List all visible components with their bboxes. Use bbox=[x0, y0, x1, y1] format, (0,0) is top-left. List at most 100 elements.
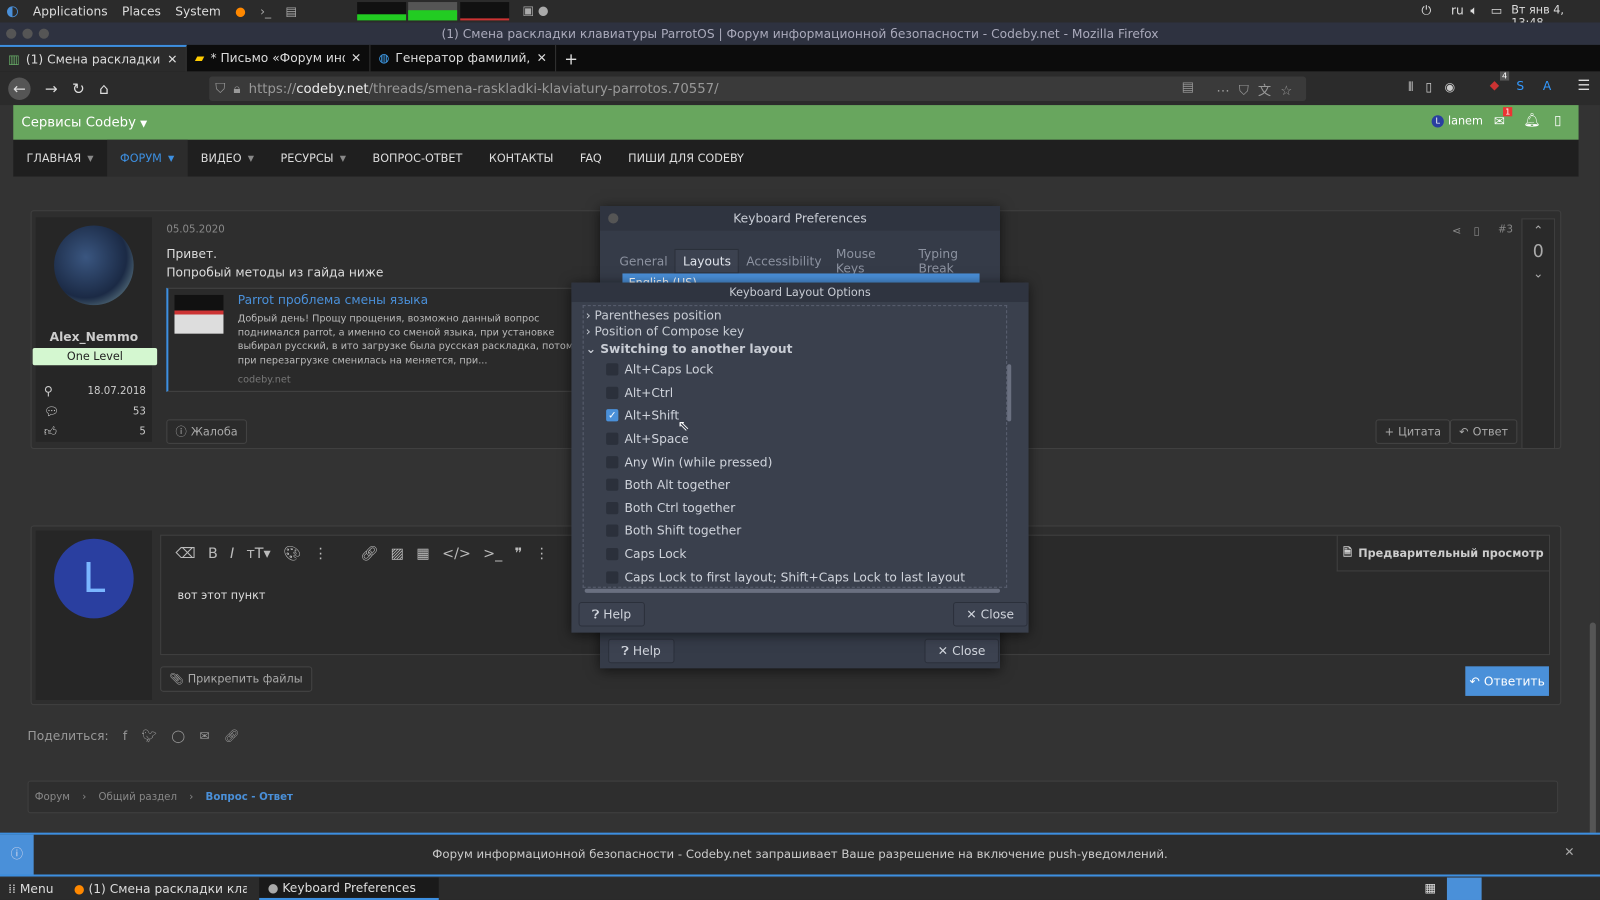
attach-files-button[interactable]: 📎︎ Прикрепить файлы bbox=[160, 666, 312, 692]
bell-icon[interactable]: 🔔︎ bbox=[1523, 113, 1540, 128]
applet-icon[interactable]: ▣ ● bbox=[522, 3, 548, 17]
menu-resursy[interactable]: РЕСУРСЫ ▼ bbox=[267, 140, 359, 177]
layout-options-close-button[interactable]: ✕ Close bbox=[953, 602, 1028, 627]
breadcrumb-forum[interactable]: Форум bbox=[35, 791, 70, 802]
parrot-logo-icon[interactable]: ◐ bbox=[6, 3, 18, 19]
option-checkbox-row[interactable]: Both Ctrl together bbox=[584, 496, 1006, 519]
menu-glavnaya[interactable]: ГЛАВНАЯ ▼ bbox=[13, 140, 107, 177]
bold-icon[interactable]: B bbox=[208, 546, 218, 562]
notifications-icon[interactable]: ▭ bbox=[1491, 3, 1503, 17]
checkbox-checked[interactable]: ✓ bbox=[606, 409, 619, 422]
link-icon[interactable]: 🔗︎ bbox=[360, 546, 378, 562]
checkbox-unchecked[interactable] bbox=[606, 386, 619, 399]
home-button[interactable]: ⌂ bbox=[99, 79, 109, 97]
tray-icon[interactable]: ▦ bbox=[1424, 881, 1436, 895]
taskbar-firefox[interactable]: ● (1) Смена раскладки клав... bbox=[74, 882, 247, 896]
close-tab-icon[interactable]: ✕ bbox=[167, 52, 177, 66]
checkbox-unchecked[interactable] bbox=[606, 432, 619, 445]
extension-s-icon[interactable]: S bbox=[1516, 79, 1524, 93]
eraser-icon[interactable]: ⌫ bbox=[176, 546, 196, 562]
volume-icon[interactable]: 🔈︎ bbox=[1470, 3, 1477, 18]
checkbox-unchecked[interactable] bbox=[606, 571, 619, 584]
group-parentheses[interactable]: › Parentheses position bbox=[584, 307, 1006, 323]
back-button[interactable]: ← bbox=[8, 77, 31, 100]
checkbox-unchecked[interactable] bbox=[606, 548, 619, 561]
option-checkbox-row[interactable]: Caps Lock bbox=[584, 543, 1006, 566]
checkbox-unchecked[interactable] bbox=[606, 455, 619, 469]
page-actions-icons[interactable]: ⋯⛉文☆ bbox=[1216, 80, 1301, 99]
inline-code-icon[interactable]: >_ bbox=[483, 546, 502, 562]
hamburger-menu-icon[interactable]: ☰ bbox=[1578, 78, 1591, 94]
palette-icon[interactable]: 🎨︎ bbox=[283, 546, 301, 562]
downvote-button[interactable]: ⌄ bbox=[1522, 266, 1554, 280]
more-icon[interactable]: ⋮ bbox=[313, 546, 327, 562]
email-icon[interactable]: ✉ bbox=[199, 729, 209, 743]
checkbox-unchecked[interactable] bbox=[606, 363, 619, 376]
tab-layouts[interactable]: Layouts bbox=[674, 248, 740, 274]
editor-text[interactable]: вот этот пункт bbox=[178, 589, 266, 602]
tab-generator[interactable]: ◍Генератор фамилий, имён✕ bbox=[370, 44, 557, 72]
horizontal-scrollbar[interactable] bbox=[584, 588, 1000, 593]
ublock-icon[interactable]: ◆ bbox=[1490, 78, 1499, 92]
kbprefs-close-button[interactable]: ✕ Close bbox=[924, 638, 999, 664]
link-icon[interactable]: 🔗︎ bbox=[224, 729, 240, 743]
table-icon[interactable]: ▦ bbox=[416, 546, 430, 562]
group-compose-key[interactable]: › Position of Compose key bbox=[584, 323, 1006, 339]
system-menu[interactable]: System bbox=[175, 4, 221, 18]
quote-button[interactable]: + Цитата bbox=[1375, 419, 1451, 444]
quote-icon[interactable]: ❞ bbox=[515, 546, 523, 562]
bookmark-icon[interactable]: ▯ bbox=[1554, 113, 1561, 128]
checkbox-unchecked[interactable] bbox=[606, 524, 619, 538]
upvote-button[interactable]: ⌃ bbox=[1522, 223, 1554, 237]
terminal-launcher-icon[interactable]: ›_ bbox=[260, 4, 271, 18]
menu-faq[interactable]: FAQ bbox=[567, 140, 615, 177]
author-avatar[interactable] bbox=[54, 225, 134, 306]
submit-reply-button[interactable]: ↶ Ответить bbox=[1465, 666, 1549, 696]
places-menu[interactable]: Places bbox=[122, 4, 161, 18]
more-icon[interactable]: ⋮ bbox=[534, 546, 548, 562]
italic-icon[interactable]: I bbox=[230, 546, 234, 562]
tracking-shield-icon[interactable]: ⛉ bbox=[215, 81, 225, 96]
reply-avatar[interactable]: L bbox=[54, 538, 134, 619]
author-name[interactable]: Alex_Nemmo bbox=[36, 330, 152, 344]
text-editor-launcher-icon[interactable]: ▤ bbox=[285, 4, 297, 18]
tab-smena-raskladki[interactable]: ▥(1) Смена раскладки клавиатуры✕ bbox=[0, 44, 187, 72]
menu-pishi[interactable]: ПИШИ ДЛЯ CODEBY bbox=[615, 140, 757, 177]
group-switching-layout[interactable]: ⌄ Switching to another layout bbox=[584, 340, 1006, 358]
option-checkbox-row[interactable]: Alt+Caps Lock bbox=[584, 358, 1006, 381]
close-tab-icon[interactable]: ✕ bbox=[351, 51, 361, 65]
option-checkbox-row[interactable]: Any Win (while pressed) bbox=[584, 450, 1006, 473]
font-size-icon[interactable]: тT▾ bbox=[246, 546, 270, 562]
whatsapp-icon[interactable]: ◯ bbox=[171, 729, 185, 743]
lock-icon[interactable]: 🔒︎ bbox=[233, 81, 240, 96]
reply-button[interactable]: ↶ Ответ bbox=[1449, 419, 1518, 444]
option-checkbox-row[interactable]: Both Alt together bbox=[584, 473, 1006, 496]
minimize-window-button[interactable] bbox=[22, 28, 33, 39]
tab-pismo[interactable]: ▰* Письмо «Форум информационной✕ bbox=[187, 44, 371, 72]
keyboard-layout-indicator[interactable]: ru bbox=[1451, 3, 1464, 17]
option-checkbox-row[interactable]: Alt+Ctrl bbox=[584, 381, 1006, 404]
firefox-launcher-icon[interactable]: ● bbox=[235, 4, 246, 18]
close-window-button[interactable] bbox=[608, 213, 619, 224]
translate-extension-icon[interactable]: A bbox=[1543, 79, 1551, 93]
tab-accessibility[interactable]: Accessibility bbox=[739, 250, 829, 272]
breadcrumb-general[interactable]: Общий раздел bbox=[99, 791, 177, 802]
checkbox-unchecked[interactable] bbox=[606, 478, 619, 492]
option-checkbox-row[interactable]: Caps Lock to first layout; Shift+Caps Lo… bbox=[584, 566, 1006, 587]
toolbar-icons[interactable]: ⫴▯◉ bbox=[1408, 80, 1467, 95]
bookmark-post-icon[interactable]: ▯ bbox=[1473, 224, 1479, 237]
layout-options-help-button[interactable]: ❓︎ Help bbox=[578, 602, 645, 627]
share-post-icon[interactable]: ⋖ bbox=[1452, 224, 1461, 237]
preview-title[interactable]: Parrot проблема смены языка bbox=[238, 293, 428, 307]
option-checkbox-row[interactable]: Both Shift together bbox=[584, 520, 1006, 543]
menu-forum[interactable]: ФОРУМ ▼ bbox=[106, 139, 188, 177]
link-preview[interactable]: Parrot проблема смены языка Добрый день!… bbox=[166, 287, 616, 392]
taskbar-keyboard-prefs[interactable]: ● Keyboard Preferences bbox=[259, 877, 440, 900]
checkbox-unchecked[interactable] bbox=[606, 501, 619, 515]
reader-view-icon[interactable]: ▤ bbox=[1182, 80, 1195, 95]
close-window-button[interactable] bbox=[6, 28, 17, 39]
image-icon[interactable]: ▨ bbox=[391, 546, 405, 562]
code-icon[interactable]: </> bbox=[442, 546, 471, 562]
reload-button[interactable]: ↻ bbox=[72, 79, 85, 97]
vertical-scrollbar[interactable] bbox=[1007, 364, 1012, 422]
